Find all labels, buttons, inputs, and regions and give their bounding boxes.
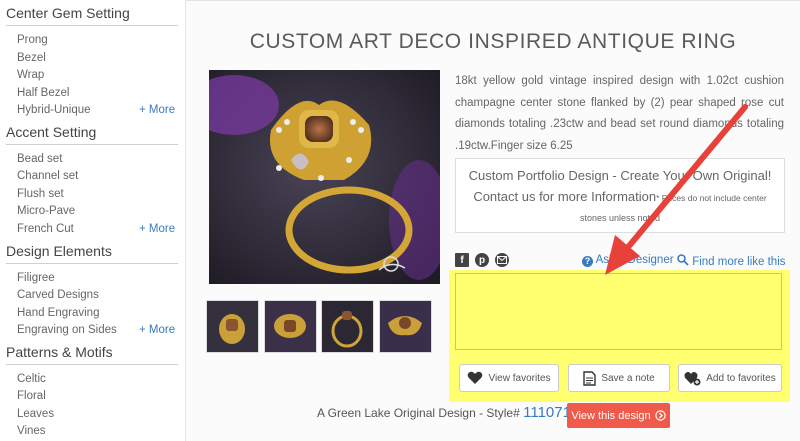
sidebar-item-celtic[interactable]: Celtic: [17, 373, 46, 385]
sidebar-item-flush-set[interactable]: Flush set: [17, 188, 64, 200]
question-icon: ?: [582, 256, 593, 267]
product-description: 18kt yellow gold vintage inspired design…: [455, 75, 784, 152]
price-note-text: * Prices do not include center: [656, 193, 767, 203]
arrow-circle-icon: [654, 410, 666, 421]
sidebar-item-hybrid-unique[interactable]: Hybrid-Unique: [17, 104, 91, 116]
info-headline: Custom Portfolio Design - Create Your Ow…: [468, 168, 772, 183]
ask-designer-label: Ask a Designer: [595, 254, 674, 266]
style-number-line: A Green Lake Original Design - Style# 11…: [317, 404, 571, 421]
more-link-accent[interactable]: + More: [139, 223, 175, 235]
ring-thumb-graphic: [207, 301, 258, 352]
more-link-design-elements[interactable]: + More: [139, 324, 175, 336]
price-note-continued: stones unless noted: [579, 213, 661, 223]
style-prefix: A Green Lake Original Design - Style#: [317, 406, 520, 420]
section-title-design-elements: Design Elements: [6, 243, 112, 259]
ring-thumb-graphic: [265, 301, 316, 352]
note-icon: [583, 370, 597, 386]
section-title-center-gem: Center Gem Setting: [6, 5, 130, 21]
email-icon[interactable]: [495, 253, 509, 267]
sidebar-item-floral[interactable]: Floral: [17, 390, 46, 402]
sidebar-item-filigree[interactable]: Filigree: [17, 272, 55, 284]
more-link-center-gem[interactable]: + More: [139, 104, 175, 116]
custom-design-info-box: Custom Portfolio Design - Create Your Ow…: [455, 158, 785, 233]
product-image[interactable]: [209, 70, 440, 284]
sidebar-item-french-cut[interactable]: French Cut: [17, 223, 74, 235]
sidebar-item-leaves[interactable]: Leaves: [17, 408, 54, 420]
thumbnail-2[interactable]: [264, 300, 317, 353]
search-icon: [677, 254, 689, 266]
sidebar-item-carved-designs[interactable]: Carved Designs: [17, 289, 99, 301]
divider: [6, 364, 178, 365]
divider: [186, 0, 800, 1]
facebook-icon[interactable]: f: [455, 253, 469, 267]
save-note-label: Save a note: [601, 372, 655, 384]
view-favorites-button[interactable]: View favorites: [459, 364, 559, 392]
info-contact-line: Contact us for more Information* Prices …: [456, 189, 784, 204]
note-textarea[interactable]: [455, 273, 782, 350]
pinterest-icon[interactable]: p: [475, 253, 489, 267]
find-more-label: Find more like this: [692, 256, 786, 268]
sidebar-item-micro-pave[interactable]: Micro-Pave: [17, 205, 75, 217]
sidebar-item-channel-set[interactable]: Channel set: [17, 170, 78, 182]
thumbnail-4[interactable]: [379, 300, 432, 353]
save-note-button[interactable]: Save a note: [568, 364, 670, 392]
sidebar-item-wrap[interactable]: Wrap: [17, 69, 44, 81]
ring-photo-graphic: [209, 70, 440, 284]
add-favorites-label: Add to favorites: [706, 372, 776, 384]
contact-text: Contact us for more Information: [473, 189, 657, 204]
heart-plus-icon: [684, 371, 701, 385]
sidebar-item-bead-set[interactable]: Bead set: [17, 153, 62, 165]
sidebar-item-engraving-on-sides[interactable]: Engraving on Sides: [17, 324, 117, 336]
ring-thumb-graphic: [322, 301, 373, 352]
add-to-favorites-button[interactable]: Add to favorites: [678, 364, 782, 392]
style-number: 111071: [523, 404, 571, 421]
section-title-patterns: Patterns & Motifs: [6, 344, 113, 360]
divider: [6, 144, 178, 145]
sidebar-item-prong[interactable]: Prong: [17, 34, 48, 46]
envelope-glyph: [497, 256, 507, 264]
view-favorites-label: View favorites: [488, 372, 551, 384]
view-design-button[interactable]: View this design: [567, 403, 670, 428]
category-sidebar: Center Gem Setting Prong Bezel Wrap Half…: [0, 0, 186, 441]
page-title: CUSTOM ART DECO INSPIRED ANTIQUE RING: [249, 30, 737, 53]
ring-thumb-graphic: [380, 301, 431, 352]
sidebar-item-half-bezel[interactable]: Half Bezel: [17, 87, 69, 99]
ask-designer-link[interactable]: ? Ask a Designer: [582, 254, 674, 267]
thumbnail-1[interactable]: [206, 300, 259, 353]
find-more-link[interactable]: Find more like this: [677, 254, 786, 268]
heart-icon: [468, 371, 483, 384]
thumbnail-3[interactable]: [321, 300, 374, 353]
view-design-label: View this design: [571, 409, 651, 422]
divider: [6, 263, 178, 264]
divider: [6, 25, 178, 26]
sidebar-item-hand-engraving[interactable]: Hand Engraving: [17, 307, 99, 319]
sidebar-item-bezel[interactable]: Bezel: [17, 52, 46, 64]
section-title-accent: Accent Setting: [6, 124, 97, 140]
sidebar-item-vines[interactable]: Vines: [17, 425, 46, 437]
